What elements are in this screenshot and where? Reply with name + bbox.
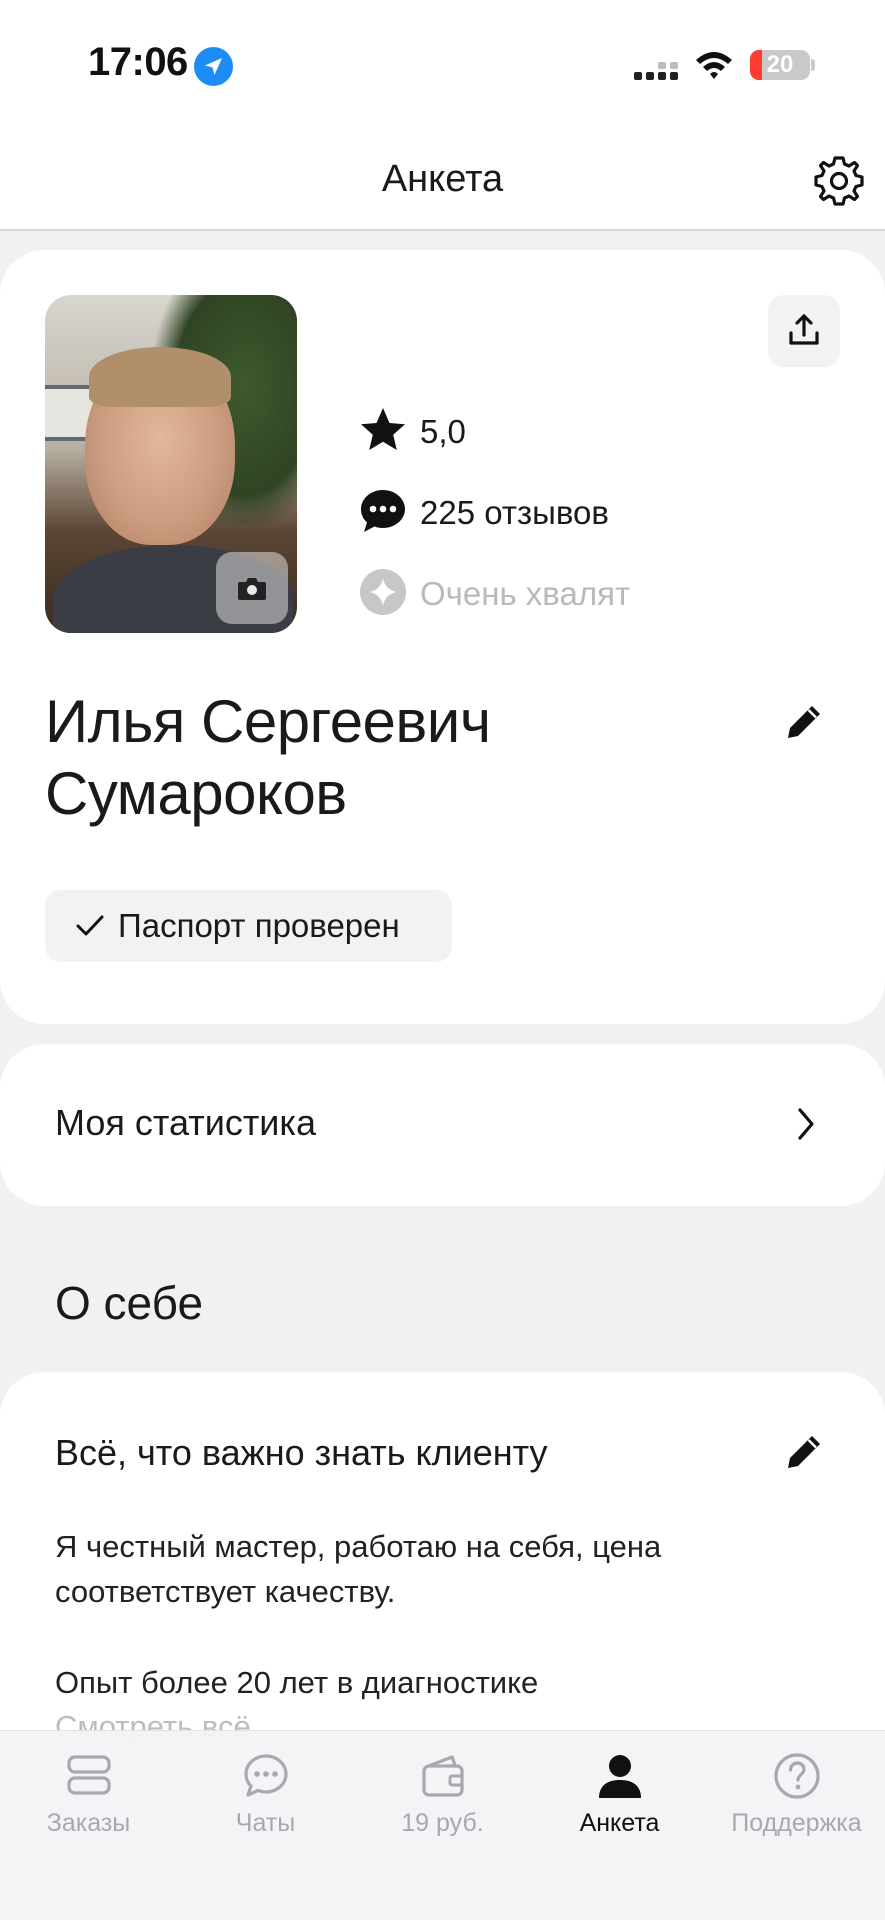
profile-photo[interactable]: [45, 295, 297, 633]
help-icon: [774, 1753, 820, 1799]
share-button[interactable]: [768, 295, 840, 367]
chat-bubble-icon: [361, 490, 405, 532]
about-paragraph-2: Опыт более 20 лет в диагностике: [55, 1665, 539, 1700]
name-line-1: Илья Сергеевич: [45, 688, 491, 755]
about-section-title: О себе: [55, 1277, 204, 1329]
passport-verified-label: Паспорт проверен: [118, 907, 400, 944]
tab-label: 19 руб.: [401, 1809, 484, 1837]
orders-icon: [67, 1755, 111, 1795]
profile-name: Илья Сергеевич Сумароков: [45, 686, 685, 830]
edit-about-pencil-icon[interactable]: [784, 1432, 824, 1472]
check-icon: [76, 915, 104, 936]
location-arrow-icon: [194, 47, 233, 86]
my-statistics-label: Моя статистика: [55, 1102, 316, 1143]
share-icon: [789, 314, 819, 345]
tab-label: Чаты: [235, 1809, 296, 1837]
top-header: Анкета: [0, 130, 885, 231]
chat-icon: [244, 1754, 288, 1797]
battery-tip: [811, 59, 815, 71]
bottom-tab-bar: Заказы Чаты 19 руб. Анкета Поддержка: [0, 1730, 885, 1920]
gear-icon[interactable]: [812, 154, 866, 208]
rating-value: 5,0: [420, 413, 466, 450]
tab-orders[interactable]: Заказы: [0, 1731, 177, 1920]
battery-level: 20: [766, 51, 794, 78]
battery-icon: 20: [750, 50, 810, 80]
reviews-count: 225 отзывов: [420, 494, 609, 531]
tab-label: Анкета: [579, 1809, 660, 1837]
profile-icon: [599, 1755, 641, 1798]
status-bar: 17:06 20: [0, 0, 885, 130]
page-title: Анкета: [381, 158, 504, 200]
wifi-icon: [696, 52, 732, 79]
camera-icon: [238, 578, 266, 600]
about-heading: Всё, что важно знать клиенту: [55, 1432, 548, 1473]
sparkle-badge-icon: [360, 569, 406, 615]
praise-badge-label: Очень хвалят: [420, 575, 631, 612]
tab-support[interactable]: Поддержка: [708, 1731, 885, 1920]
tab-wallet[interactable]: 19 руб.: [354, 1731, 531, 1920]
tab-chats[interactable]: Чаты: [177, 1731, 354, 1920]
wallet-icon: [422, 1755, 464, 1797]
name-line-2: Сумароков: [45, 760, 347, 827]
edit-name-pencil-icon[interactable]: [784, 702, 824, 742]
about-paragraph-1: Я честный мастер, работаю на себя, цена …: [55, 1529, 662, 1609]
cellular-signal-icon: [634, 62, 678, 80]
profile-card: 5,0 225 отзывов Очень хвалят Илья Сергее…: [0, 250, 885, 1024]
tab-label: Поддержка: [731, 1809, 862, 1837]
change-photo-button[interactable]: [216, 552, 288, 624]
tab-label: Заказы: [46, 1809, 131, 1837]
status-time: 17:06: [88, 40, 188, 84]
star-icon: [361, 408, 405, 450]
tab-profile[interactable]: Анкета: [531, 1731, 708, 1920]
my-statistics-row[interactable]: Моя статистика: [0, 1044, 885, 1206]
passport-verified-badge: Паспорт проверен: [45, 890, 452, 962]
chevron-right-icon: [798, 1108, 814, 1140]
